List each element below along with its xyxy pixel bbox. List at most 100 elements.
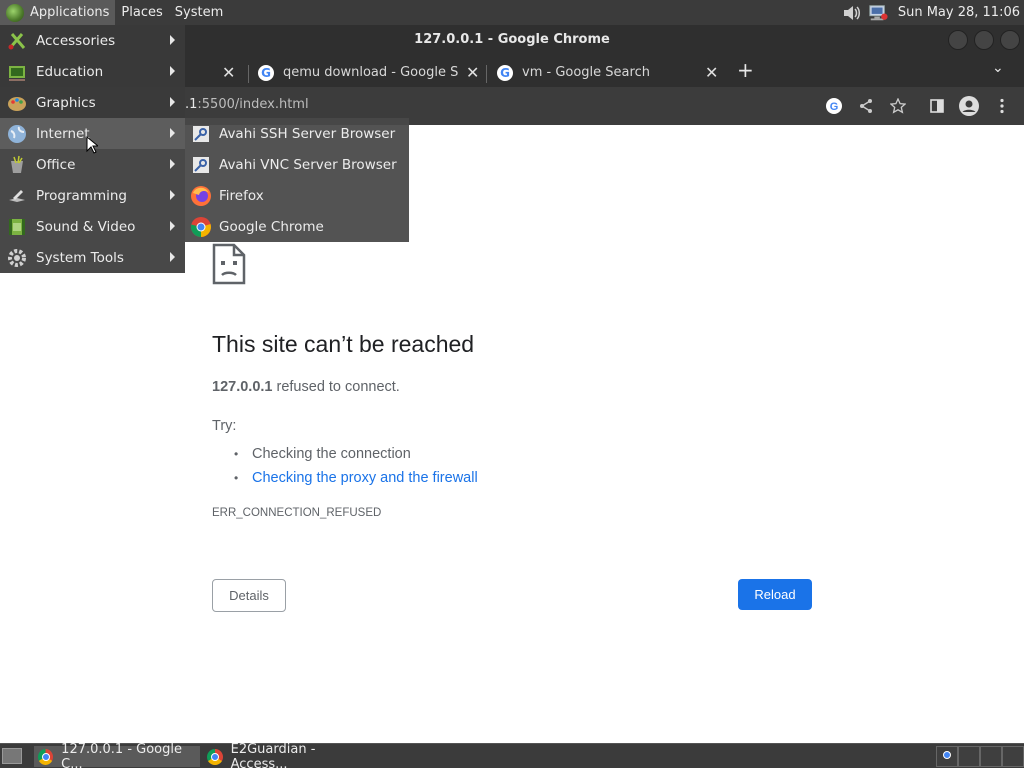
panel-clock[interactable]: Sun May 28, 11:06 — [898, 5, 1024, 20]
sound-video-icon — [6, 216, 28, 238]
accessories-icon — [6, 30, 28, 52]
list-item: • Checking the proxy and the firewall — [234, 470, 478, 486]
try-label: Try: — [212, 418, 237, 434]
reload-button[interactable]: Reload — [738, 579, 812, 610]
menu-item-system-tools[interactable]: System Tools — [0, 242, 185, 273]
internet-globe-icon — [6, 123, 28, 145]
sad-page-icon — [212, 243, 246, 285]
menu-item-label: Google Chrome — [219, 218, 324, 235]
chrome-icon — [189, 215, 213, 239]
share-icon[interactable] — [856, 96, 876, 116]
error-heading: This site can’t be reached — [212, 331, 475, 357]
submenu-arrow-icon — [170, 221, 175, 231]
menu-item-label: Programming — [36, 187, 127, 204]
applications-menu-button[interactable]: Applications — [0, 0, 116, 25]
places-label: Places — [121, 5, 163, 20]
task-label: E2Guardian - Access... — [230, 741, 316, 768]
applications-icon — [6, 3, 24, 22]
menu-item-label: Education — [36, 63, 104, 80]
tab-qemu-download[interactable]: G qemu download - Google Search ✕ — [258, 58, 479, 87]
avahi-vnc-icon — [189, 153, 213, 177]
error-code: ERR_CONNECTION_REFUSED — [212, 507, 382, 519]
tab-search-chevron-icon[interactable]: ⌄ — [992, 60, 1004, 76]
tab-close-icon[interactable]: ✕ — [466, 63, 479, 82]
maximize-button[interactable] — [974, 30, 994, 50]
submenu-arrow-icon — [170, 35, 175, 45]
chrome-icon — [38, 748, 54, 765]
menu-item-programming[interactable]: Programming — [0, 180, 185, 211]
suggestion-text: Checking the connection — [252, 446, 411, 462]
places-menu-button[interactable]: Places — [115, 0, 168, 25]
tab-active[interactable]: ✕ — [190, 58, 235, 87]
menu-item-graphics[interactable]: Graphics — [0, 87, 185, 118]
google-favicon-icon: G — [497, 64, 513, 81]
workspace-3[interactable] — [980, 746, 1002, 767]
error-detail-text: refused to connect. — [272, 379, 400, 395]
new-tab-button[interactable]: + — [737, 58, 754, 82]
tab-title: qemu download - Google Search — [283, 65, 458, 80]
profile-icon[interactable] — [959, 96, 979, 116]
education-icon — [6, 61, 28, 83]
task-e2guardian-window[interactable]: E2Guardian - Access... — [203, 742, 373, 768]
menu-item-label: Avahi SSH Server Browser — [219, 125, 396, 142]
submenu-arrow-icon — [170, 97, 175, 107]
menu-item-firefox[interactable]: Firefox — [185, 180, 409, 211]
tab-close-icon[interactable]: ✕ — [222, 63, 235, 82]
avahi-ssh-icon — [189, 122, 213, 146]
firefox-icon — [189, 184, 213, 208]
close-window-button[interactable] — [1000, 30, 1020, 50]
submenu-arrow-icon — [170, 252, 175, 262]
menu-item-accessories[interactable]: Accessories — [0, 25, 185, 56]
workspace-1[interactable] — [936, 746, 958, 767]
url-host-fragment: .1 — [185, 97, 198, 112]
menu-item-label: Graphics — [36, 94, 96, 111]
system-menu-button[interactable]: System — [169, 0, 229, 25]
applications-label: Applications — [30, 5, 110, 20]
menu-item-label: Sound & Video — [36, 218, 136, 235]
suggestion-list: • Checking the connection • Checking the p… — [234, 442, 478, 490]
submenu-arrow-icon — [170, 190, 175, 200]
address-bar[interactable]: .1:5500/index.html — [185, 97, 309, 112]
details-button[interactable]: Details — [212, 579, 286, 612]
programming-icon — [6, 185, 28, 207]
office-icon — [6, 154, 28, 176]
task-chrome-window[interactable]: 127.0.0.1 - Google C... — [34, 742, 200, 768]
menu-item-avahi-vnc[interactable]: Avahi VNC Server Browser — [185, 149, 409, 180]
google-lens-icon[interactable]: G — [824, 96, 844, 116]
side-panel-icon[interactable] — [927, 96, 947, 116]
error-host: 127.0.0.1 — [212, 379, 273, 395]
show-desktop-icon[interactable] — [2, 748, 22, 764]
task-label: 127.0.0.1 - Google C... — [61, 741, 182, 768]
submenu-arrow-icon — [170, 128, 175, 138]
workspace-4[interactable] — [1002, 746, 1024, 767]
tab-title: vm - Google Search — [522, 65, 650, 80]
menu-item-sound-video[interactable]: Sound & Video — [0, 211, 185, 242]
workspace-2[interactable] — [958, 746, 980, 767]
menu-item-google-chrome[interactable]: Google Chrome — [185, 211, 409, 242]
top-panel: Applications Places System Sun May 28, 1… — [0, 0, 1024, 25]
tab-close-icon[interactable]: ✕ — [705, 63, 718, 82]
menu-item-label: Office — [36, 156, 76, 173]
chrome-icon — [207, 748, 223, 765]
mouse-cursor-icon — [86, 136, 98, 154]
menu-item-label: Avahi VNC Server Browser — [219, 156, 397, 173]
proxy-firewall-link[interactable]: Checking the proxy and the firewall — [252, 470, 478, 486]
bookmark-star-icon[interactable] — [888, 96, 908, 116]
menu-item-education[interactable]: Education — [0, 56, 185, 87]
menu-item-avahi-ssh[interactable]: Avahi SSH Server Browser — [185, 118, 409, 149]
network-icon[interactable] — [868, 4, 888, 22]
volume-icon[interactable] — [842, 4, 862, 22]
internet-submenu: Avahi SSH Server Browser Avahi VNC Serve… — [185, 118, 409, 242]
error-detail: 127.0.0.1 refused to connect. — [212, 379, 400, 395]
system-tools-icon — [6, 247, 28, 269]
menu-item-label: Firefox — [219, 187, 264, 204]
tab-vm-search[interactable]: G vm - Google Search ✕ — [497, 58, 718, 87]
google-favicon-icon: G — [258, 64, 274, 81]
menu-item-label: System Tools — [36, 249, 124, 266]
system-label: System — [174, 5, 224, 20]
minimize-button[interactable] — [948, 30, 968, 50]
submenu-arrow-icon — [170, 159, 175, 169]
menu-item-label: Internet — [36, 125, 90, 142]
submenu-arrow-icon — [170, 66, 175, 76]
kebab-menu-icon[interactable] — [992, 96, 1012, 116]
